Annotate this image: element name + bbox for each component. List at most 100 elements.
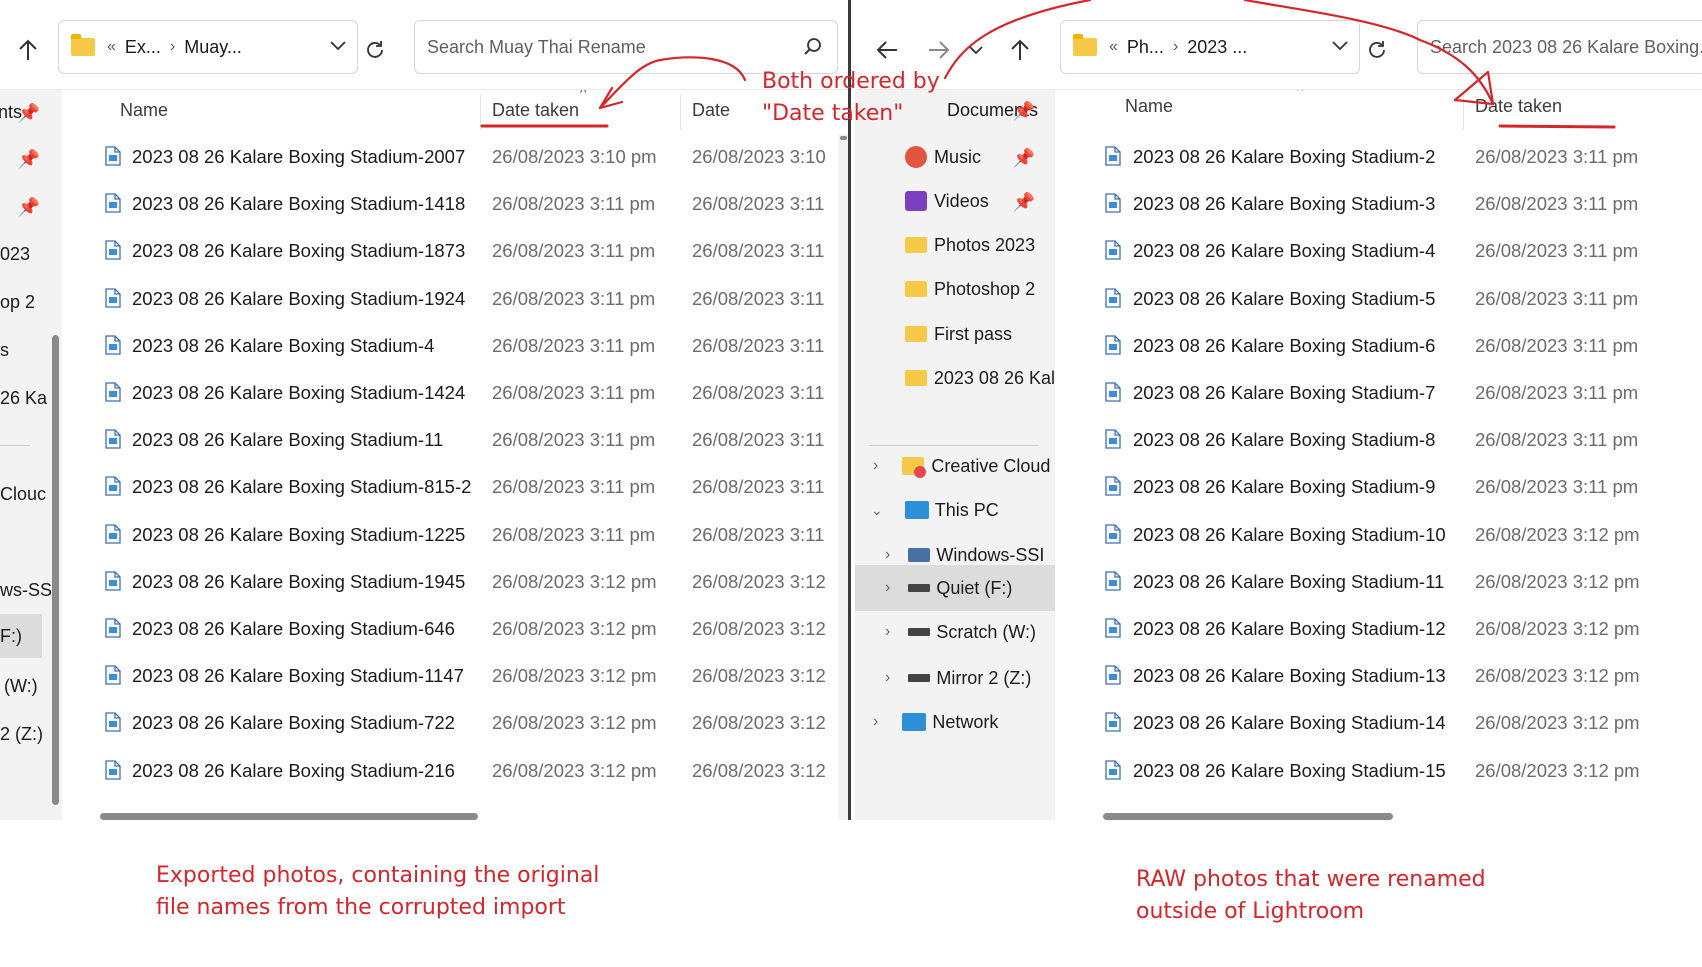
nav-item-kalare-folder[interactable]: 2023 08 26 Kal <box>855 356 1055 400</box>
column-divider[interactable] <box>480 94 481 130</box>
column-divider[interactable] <box>680 94 681 130</box>
file-row[interactable]: 2023 08 26 Kalare Boxing Stadium-12 26/08… <box>1075 606 1702 653</box>
file-row[interactable]: 2023 08 26 Kalare Boxing Stadium-1424 26/… <box>72 370 848 417</box>
breadcrumb-1[interactable]: Ex... <box>125 37 161 58</box>
breadcrumb-2[interactable]: 2023 ... <box>1187 37 1247 58</box>
column-divider[interactable] <box>1463 94 1464 130</box>
chevron-right-icon[interactable]: › <box>885 546 890 564</box>
vertical-scrollbar-thumb[interactable] <box>840 136 847 140</box>
nav-item[interactable]: 📌 <box>0 184 62 228</box>
file-row[interactable]: 2023 08 26 Kalare Boxing Stadium-1945 26/… <box>72 559 848 606</box>
nav-item-quiet-f-selected[interactable]: › Quiet (F:) <box>855 565 1055 611</box>
horizontal-scrollbar[interactable] <box>1103 813 1393 820</box>
column-date-header[interactable]: Date <box>692 100 730 121</box>
recent-locations-chevron-icon[interactable] <box>963 30 989 70</box>
nav-item-selected[interactable]: F:) <box>0 614 42 658</box>
nav-item-network[interactable]: › Network <box>855 700 1055 744</box>
nav-item-scratch-w[interactable]: › Scratch (W:) <box>855 610 1055 654</box>
file-row[interactable]: 2023 08 26 Kalare Boxing Stadium-1873 26/… <box>72 228 848 275</box>
nav-item-videos[interactable]: Videos 📌 <box>855 179 1055 223</box>
breadcrumb-1[interactable]: Ph... <box>1127 37 1164 58</box>
chevron-right-icon[interactable]: › <box>873 457 878 475</box>
refresh-icon[interactable] <box>355 30 395 70</box>
videos-icon <box>905 191 927 211</box>
nav-scrollbar[interactable] <box>52 335 59 805</box>
file-name: 2023 08 26 Kalare Boxing Stadium-3 <box>1133 193 1436 215</box>
file-row[interactable]: 2023 08 26 Kalare Boxing Stadium-1418 26/… <box>72 181 848 228</box>
horizontal-scrollbar[interactable] <box>100 813 478 820</box>
file-date-taken: 26/08/2023 3:12 pm <box>492 618 657 639</box>
file-date: 26/08/2023 3:11 <box>692 334 825 356</box>
nav-item[interactable]: nts 📌 <box>0 90 62 134</box>
search-icon[interactable] <box>803 37 823 62</box>
file-row[interactable]: 2023 08 26 Kalare Boxing Stadium-815-2 26… <box>72 464 848 511</box>
file-row[interactable]: 2023 08 26 Kalare Boxing Stadium-1225 26/… <box>72 512 848 559</box>
column-date-taken-header[interactable]: Date taken <box>1475 96 1562 117</box>
up-arrow-icon[interactable] <box>8 30 48 70</box>
column-date-taken-header[interactable]: Date taken <box>492 100 579 121</box>
file-row[interactable]: 2023 08 26 Kalare Boxing Stadium-8 26/08/… <box>1075 417 1702 464</box>
file-row[interactable]: 2023 08 26 Kalare Boxing Stadium-11 26/08… <box>72 417 848 464</box>
file-name: 2023 08 26 Kalare Boxing Stadium-5 <box>1133 287 1436 309</box>
nav-item-first-pass[interactable]: First pass <box>855 312 1055 356</box>
pin-icon: 📌 <box>1012 192 1035 212</box>
nav-item-mirror-2-z[interactable]: › Mirror 2 (Z:) <box>855 656 1055 700</box>
nav-item[interactable]: 📌 <box>0 136 62 180</box>
nav-item-photos-2023[interactable]: Photos 2023 <box>855 223 1055 267</box>
chevron-right-icon[interactable]: › <box>885 579 890 597</box>
file-row[interactable]: 2023 08 26 Kalare Boxing Stadium-3 26/08/… <box>1075 181 1702 228</box>
nav-item[interactable]: op 2 <box>0 280 62 324</box>
file-row[interactable]: 2023 08 26 Kalare Boxing Stadium-11 26/08… <box>1075 559 1702 606</box>
file-row[interactable]: 2023 08 26 Kalare Boxing Stadium-2 26/08/… <box>1075 134 1702 181</box>
file-row[interactable]: 2023 08 26 Kalare Boxing Stadium-7 26/08/… <box>1075 370 1702 417</box>
chevron-right-icon[interactable]: › <box>885 669 890 687</box>
chevron-right-icon[interactable]: › <box>873 713 878 731</box>
file-row[interactable]: 2023 08 26 Kalare Boxing Stadium-13 26/08… <box>1075 653 1702 700</box>
overflow-chevron-icon[interactable]: « <box>107 38 116 56</box>
up-arrow-icon[interactable] <box>1000 30 1040 70</box>
file-row[interactable]: 2023 08 26 Kalare Boxing Stadium-9 26/08/… <box>1075 464 1702 511</box>
file-row[interactable]: 2023 08 26 Kalare Boxing Stadium-646 26/0… <box>72 606 848 653</box>
search-input[interactable]: Search 2023 08 26 Kalare Boxing... <box>1417 20 1702 74</box>
file-row[interactable]: 2023 08 26 Kalare Boxing Stadium-14 26/08… <box>1075 700 1702 747</box>
image-file-icon <box>1105 193 1121 213</box>
file-row[interactable]: 2023 08 26 Kalare Boxing Stadium-4 26/08/… <box>72 323 848 370</box>
file-date: 26/08/2023 3:11 <box>692 287 825 309</box>
overflow-chevron-icon[interactable]: « <box>1109 38 1118 56</box>
file-row[interactable]: 2023 08 26 Kalare Boxing Stadium-10 26/08… <box>1075 512 1702 559</box>
file-date-taken: 26/08/2023 3:11 pm <box>492 334 656 356</box>
breadcrumb-2[interactable]: Muay... <box>184 37 242 58</box>
file-row[interactable]: 2023 08 26 Kalare Boxing Stadium-6 26/08/… <box>1075 323 1702 370</box>
chevron-down-icon[interactable] <box>329 35 347 56</box>
nav-item-photoshop-2[interactable]: Photoshop 2 <box>855 267 1055 311</box>
vertical-scrollbar-track[interactable] <box>838 134 848 820</box>
address-bar[interactable]: « Ph... › 2023 ... <box>1060 20 1360 74</box>
file-name: 2023 08 26 Kalare Boxing Stadium-11 <box>132 429 444 451</box>
nav-item-music[interactable]: Music 📌 <box>855 135 1055 179</box>
file-row[interactable]: 2023 08 26 Kalare Boxing Stadium-1924 26/… <box>72 276 848 323</box>
file-row[interactable]: 2023 08 26 Kalare Boxing Stadium-4 26/08/… <box>1075 228 1702 275</box>
chevron-down-icon[interactable] <box>1331 35 1349 56</box>
chevron-right-icon[interactable]: › <box>885 623 890 641</box>
breadcrumb-separator-icon: › <box>169 38 176 55</box>
forward-arrow-icon[interactable] <box>919 30 959 70</box>
nav-item[interactable]: 023 <box>0 232 62 276</box>
file-row[interactable]: 2023 08 26 Kalare Boxing Stadium-1147 26/… <box>72 653 848 700</box>
column-name-header[interactable]: Name <box>1125 96 1173 117</box>
refresh-icon[interactable] <box>1357 30 1397 70</box>
file-date-taken: 26/08/2023 3:10 pm <box>492 146 657 167</box>
column-name-header[interactable]: Name <box>120 100 168 121</box>
folder-icon <box>1073 34 1097 56</box>
file-row[interactable]: 2023 08 26 Kalare Boxing Stadium-216 26/0… <box>72 748 848 795</box>
back-arrow-icon[interactable] <box>867 30 907 70</box>
file-row[interactable]: 2023 08 26 Kalare Boxing Stadium-722 26/0… <box>72 700 848 747</box>
nav-item-creative-cloud[interactable]: › Creative Cloud <box>855 444 1055 488</box>
nav-item-this-pc[interactable]: ⌄ This PC <box>855 488 1055 532</box>
file-row[interactable]: 2023 08 26 Kalare Boxing Stadium-5 26/08/… <box>1075 276 1702 323</box>
chevron-down-icon[interactable]: ⌄ <box>871 502 883 519</box>
address-bar[interactable]: « Ex... › Muay... <box>58 20 358 74</box>
file-row[interactable]: 2023 08 26 Kalare Boxing Stadium-15 26/08… <box>1075 748 1702 795</box>
file-date: 26/08/2023 3:11 <box>692 240 825 262</box>
image-file-icon <box>105 665 121 685</box>
file-row[interactable]: 2023 08 26 Kalare Boxing Stadium-2007 26/… <box>72 134 848 181</box>
